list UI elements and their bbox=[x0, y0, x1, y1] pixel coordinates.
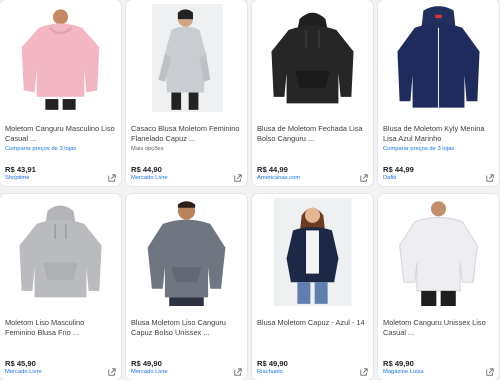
product-title[interactable]: Casaco Blusa Moletom Feminino Flanelado … bbox=[131, 124, 241, 144]
product-price: R$ 43,91 bbox=[5, 165, 36, 174]
product-title[interactable]: Moletom Canguru Masculino Liso Casual ..… bbox=[5, 124, 115, 144]
navy-cardigan-model-image bbox=[258, 198, 367, 306]
product-title[interactable]: Blusa de Moletom Fechada Lisa Bolso Cang… bbox=[257, 124, 367, 144]
product-grid: Moletom Canguru Masculino Liso Casual ..… bbox=[0, 0, 500, 380]
product-image[interactable] bbox=[384, 198, 493, 306]
product-price: R$ 49,90 bbox=[383, 359, 414, 368]
compare-prices-link[interactable]: Comparar preços de 3 lojas bbox=[383, 146, 454, 152]
product-price: R$ 49,90 bbox=[257, 359, 288, 368]
product-price: R$ 44,90 bbox=[131, 165, 162, 174]
product-image[interactable] bbox=[258, 198, 367, 306]
product-title[interactable]: Blusa de Moletom Kyly Menina Lisa Azul M… bbox=[383, 124, 493, 144]
product-image[interactable] bbox=[258, 4, 367, 112]
open-in-new-icon[interactable] bbox=[108, 368, 116, 376]
store-link[interactable]: Mercado Livre bbox=[131, 369, 168, 375]
gray-hoodie-man-image bbox=[132, 198, 241, 306]
product-card[interactable]: Moletom Canguru Unissex Liso Casual ... … bbox=[378, 194, 499, 380]
product-image[interactable] bbox=[6, 198, 115, 306]
open-in-new-icon[interactable] bbox=[108, 174, 116, 182]
white-hoodie-man-image bbox=[384, 198, 493, 306]
product-image[interactable] bbox=[384, 4, 493, 112]
open-in-new-icon[interactable] bbox=[486, 368, 494, 376]
store-link[interactable]: Mercado Livre bbox=[5, 369, 42, 375]
store-link[interactable]: Riachuelo bbox=[257, 369, 283, 375]
more-options-link[interactable]: Mais opções bbox=[131, 146, 164, 152]
product-price: R$ 44,99 bbox=[257, 165, 288, 174]
pink-hoodie-image bbox=[6, 4, 115, 112]
product-image[interactable] bbox=[132, 198, 241, 306]
product-title[interactable]: Moletom Canguru Unissex Liso Casual ... bbox=[383, 318, 493, 338]
product-card[interactable]: Blusa de Moletom Fechada Lisa Bolso Cang… bbox=[252, 0, 373, 186]
product-title[interactable]: Moletom Liso Masculino Feminino Blusa Fr… bbox=[5, 318, 115, 338]
product-card[interactable]: Blusa de Moletom Kyly Menina Lisa Azul M… bbox=[378, 0, 499, 186]
store-link[interactable]: Mercado Livre bbox=[131, 175, 168, 181]
product-price: R$ 44,99 bbox=[383, 165, 414, 174]
navy-hoodie-image bbox=[384, 4, 493, 112]
product-title[interactable]: Blusa Moletom Liso Canguru Capuz Bolso U… bbox=[131, 318, 241, 338]
open-in-new-icon[interactable] bbox=[234, 368, 242, 376]
store-link[interactable]: Shoptime bbox=[5, 175, 30, 181]
product-image[interactable] bbox=[6, 4, 115, 112]
compare-prices-link[interactable]: Comparar preços de 3 lojas bbox=[5, 146, 76, 152]
light-gray-hoodie-image bbox=[6, 198, 115, 306]
store-link[interactable]: Americanas.com bbox=[257, 175, 300, 181]
gray-hoodie-model-image bbox=[132, 4, 241, 112]
product-card[interactable]: Moletom Canguru Masculino Liso Casual ..… bbox=[0, 0, 121, 186]
product-price: R$ 45,90 bbox=[5, 359, 36, 368]
open-in-new-icon[interactable] bbox=[360, 174, 368, 182]
open-in-new-icon[interactable] bbox=[234, 174, 242, 182]
product-card[interactable]: Moletom Liso Masculino Feminino Blusa Fr… bbox=[0, 194, 121, 380]
store-link[interactable]: Dafiti bbox=[383, 175, 396, 181]
product-image[interactable] bbox=[132, 4, 241, 112]
black-hoodie-image bbox=[258, 4, 367, 112]
store-link[interactable]: Magazine Luiza bbox=[383, 369, 424, 375]
product-card[interactable]: Casaco Blusa Moletom Feminino Flanelado … bbox=[126, 0, 247, 186]
product-card[interactable]: Blusa Moletom Capuz - Azul - 14 R$ 49,90… bbox=[252, 194, 373, 380]
product-title[interactable]: Blusa Moletom Capuz - Azul - 14 bbox=[257, 318, 367, 338]
open-in-new-icon[interactable] bbox=[360, 368, 368, 376]
product-price: R$ 49,90 bbox=[131, 359, 162, 368]
product-card[interactable]: Blusa Moletom Liso Canguru Capuz Bolso U… bbox=[126, 194, 247, 380]
open-in-new-icon[interactable] bbox=[486, 174, 494, 182]
